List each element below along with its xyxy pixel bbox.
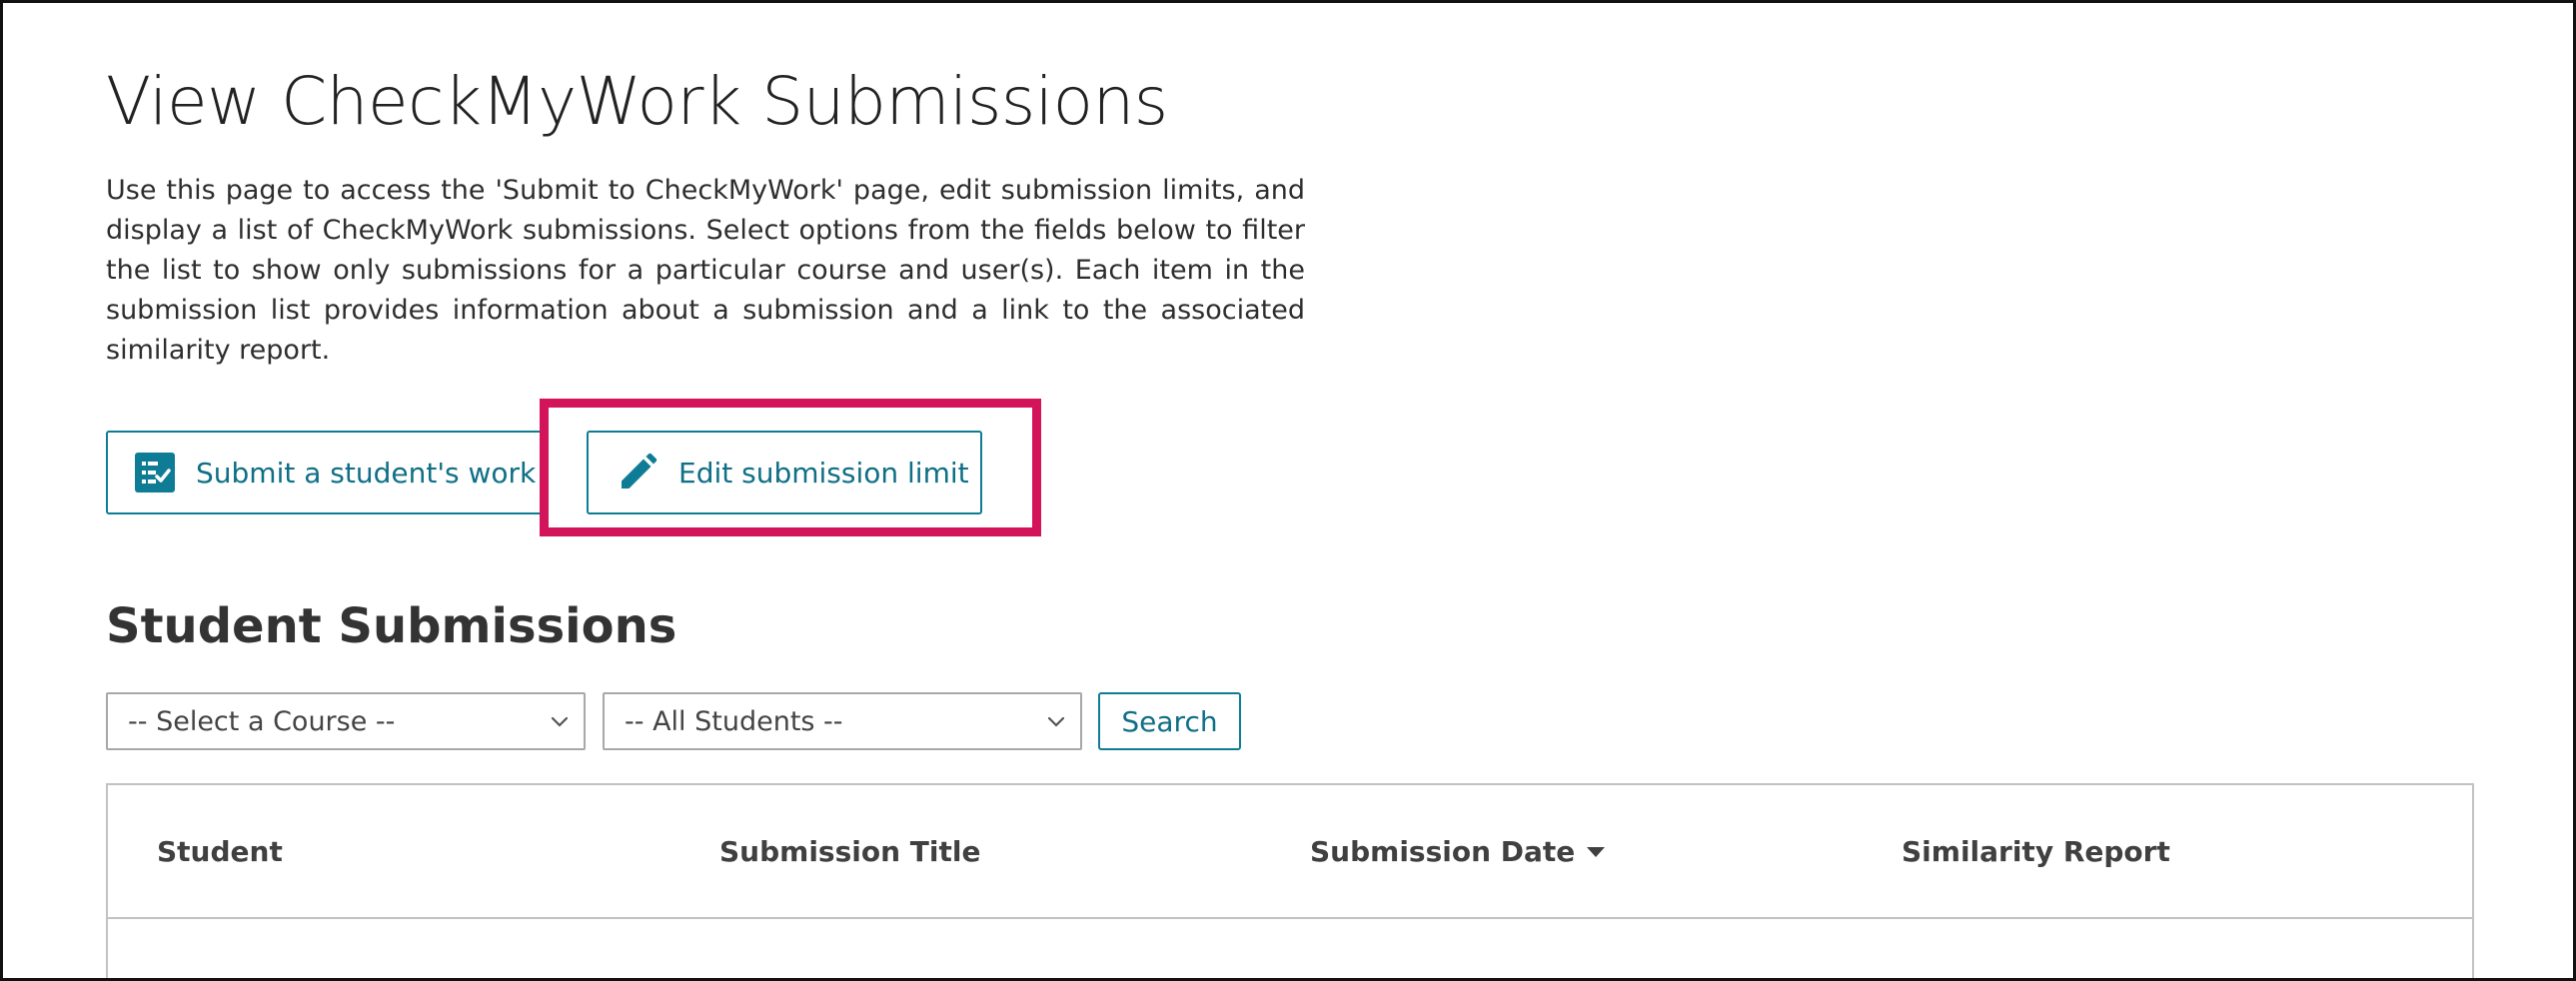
student-select[interactable]: -- All Students -- [603,692,1082,750]
course-select[interactable]: -- Select a Course -- [106,692,586,750]
chevron-down-icon [1047,716,1065,727]
table-header: Student Submission Title Submission Date… [108,785,2472,919]
edit-submission-limit-label: Edit submission limit [678,456,969,490]
column-header-label: Submission Date [1310,835,1576,868]
student-select-value: -- All Students -- [625,705,843,737]
submissions-table: Student Submission Title Submission Date… [106,783,2474,978]
submit-student-work-label: Submit a student's work [196,456,537,490]
column-header-student: Student [157,835,283,868]
column-header-submission-date[interactable]: Submission Date [1310,835,1606,868]
pencil-icon [617,452,658,493]
column-header-label: Similarity Report [1902,835,2170,868]
course-select-value: -- Select a Course -- [128,705,396,737]
column-header-label: Student [157,835,283,868]
sort-descending-icon [1587,846,1606,857]
submit-student-work-button[interactable]: Submit a student's work [106,431,546,514]
column-header-label: Submission Title [719,835,981,868]
app-window: View CheckMyWork Submissions Use this pa… [0,0,2576,981]
page-description: Use this page to access the 'Submit to C… [106,175,1305,366]
edit-submission-limit-button[interactable]: Edit submission limit [587,431,982,514]
student-submissions-heading: Student Submissions [106,598,677,654]
page-title: View CheckMyWork Submissions [106,63,1168,140]
column-header-submission-title: Submission Title [719,835,980,868]
checklist-icon [134,452,176,493]
column-header-similarity-report: Similarity Report [1902,835,2170,868]
search-button[interactable]: Search [1098,692,1241,750]
chevron-down-icon [551,716,569,727]
